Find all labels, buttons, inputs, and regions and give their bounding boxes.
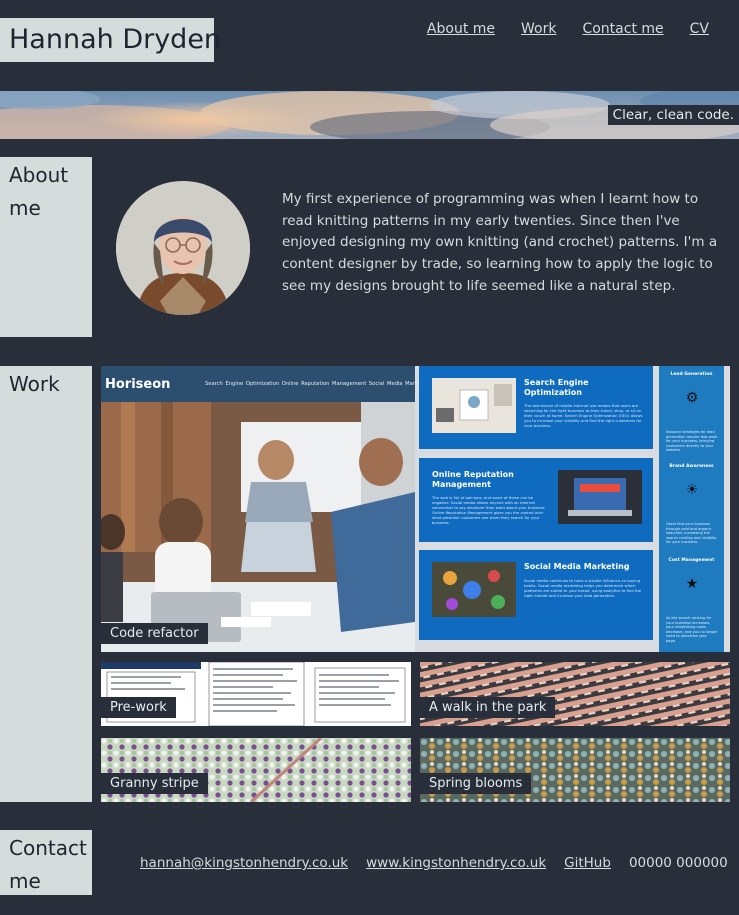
preview-header: Horiseon Search Engine Optimization Onli… — [101, 366, 431, 402]
preview-side-cost-text: As the search ranking for your business … — [666, 616, 718, 643]
preview-nav: Search Engine Optimization Online Reputa… — [205, 381, 431, 387]
profile-photo — [116, 181, 250, 315]
hero-banner: Clear, clean code. — [0, 91, 739, 139]
preview-card-reputation-text: The web is full of opinions, and some of… — [432, 495, 546, 525]
preview-card-seo-text: The dominance of mobile internet use mea… — [524, 403, 643, 428]
brand-awareness-icon: ☀ — [685, 482, 699, 498]
seo-card-image — [432, 378, 516, 433]
nav-link-about[interactable]: About me — [427, 21, 495, 37]
reputation-card-image — [558, 470, 642, 524]
contact-email-link[interactable]: hannah@kingstonhendry.co.uk — [140, 855, 348, 871]
work-tile-pre-work[interactable]: Pre-work — [101, 662, 411, 726]
contact-links: hannah@kingstonhendry.co.uk www.kingston… — [140, 855, 728, 871]
contact-website-link[interactable]: www.kingstonhendry.co.uk — [366, 855, 546, 871]
social-card-image — [432, 562, 516, 617]
about-heading: About me — [0, 157, 92, 337]
about-text: My first experience of programming was w… — [282, 191, 718, 294]
preview-hero-photo — [101, 402, 415, 652]
preview-side-lead-title: Lead Generation — [670, 372, 713, 377]
contact-phone: 00000 000000 — [628, 855, 728, 871]
work-tile-a-walk-in-the-park[interactable]: A walk in the park — [420, 662, 730, 726]
cost-management-icon: ★ — [685, 576, 699, 592]
work-tile-spring-blooms[interactable]: Spring blooms — [420, 738, 730, 802]
hero-tagline: Clear, clean code. — [607, 105, 739, 125]
nav-link-work[interactable]: Work — [521, 21, 556, 37]
site-logo: Hannah Dryden — [0, 18, 221, 62]
preview-card-reputation-title: Online Reputation Management — [432, 470, 514, 489]
contact-github-link[interactable]: GitHub — [564, 855, 611, 871]
work-tile-granny-stripe[interactable]: Granny stripe — [101, 738, 411, 802]
tile-label-pre-work: Pre-work — [101, 697, 176, 718]
preview-card-social-text: Social media continues to have a sizable… — [524, 578, 642, 598]
preview-card-reputation: Online Reputation Management The web is … — [419, 458, 653, 542]
preview-sidebar: Lead Generation ⚙ Inbound strategies for… — [659, 366, 724, 652]
nav-link-cv[interactable]: CV — [690, 21, 709, 37]
tile-label-a-walk-in-the-park: A walk in the park — [420, 697, 556, 718]
main-nav: About me Work Contact me CV — [427, 21, 709, 37]
lead-generation-icon: ⚙ — [685, 390, 699, 406]
work-heading: Work — [0, 366, 92, 802]
tile-label-spring-blooms: Spring blooms — [420, 773, 532, 794]
work-tile-code-refactor[interactable]: Horiseon Search Engine Optimization Onli… — [101, 366, 730, 652]
preview-side-brand-text: Users find your business through paid an… — [666, 522, 717, 545]
nav-link-contact[interactable]: Contact me — [582, 21, 663, 37]
preview-card-seo: Search Engine Optimization The dominance… — [419, 366, 653, 449]
preview-card-social: Social Media Marketing Social media cont… — [419, 550, 653, 640]
contact-heading: Contact me — [0, 830, 92, 895]
preview-side-brand-title: Brand Awareness — [669, 464, 714, 469]
preview-side-lead-text: Inbound strategies for lead generation r… — [666, 430, 718, 453]
tile-label-code-refactor: Code refactor — [101, 623, 208, 644]
preview-brand: Horiseon — [105, 377, 171, 392]
preview-side-cost-title: Cost Management — [668, 558, 715, 563]
preview-card-seo-title: Search Engine Optimization — [524, 378, 589, 397]
tile-label-granny-stripe: Granny stripe — [101, 773, 208, 794]
preview-card-social-title: Social Media Marketing — [524, 562, 630, 571]
